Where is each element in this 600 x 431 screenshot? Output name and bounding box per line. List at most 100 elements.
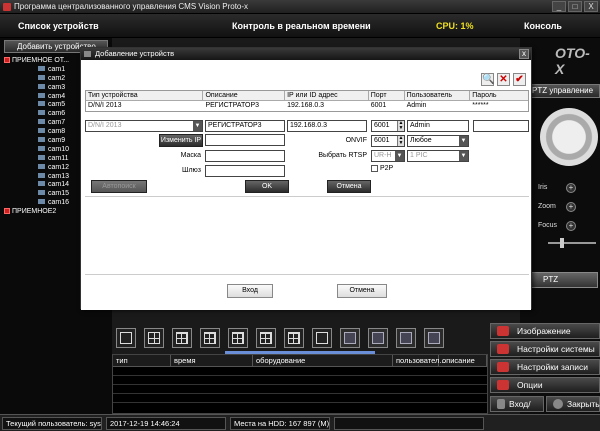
onvif-port-input[interactable]: 6001 ▲ ▼ xyxy=(371,135,405,147)
record-icon xyxy=(497,362,509,372)
main-header: Список устройств Контроль в реальном вре… xyxy=(0,14,600,38)
gateway-input[interactable] xyxy=(205,165,285,177)
camera-icon xyxy=(38,154,45,160)
layout-1-button[interactable] xyxy=(116,328,136,348)
monitor-play-icon[interactable] xyxy=(340,328,360,348)
camera-icon xyxy=(38,83,45,89)
change-ip-input[interactable] xyxy=(205,134,285,146)
ptz-button[interactable]: PTZ xyxy=(522,272,598,288)
layout-25-button[interactable] xyxy=(284,328,304,348)
zoom-plus-button[interactable]: + xyxy=(566,202,576,212)
group-checkbox-icon[interactable] xyxy=(4,208,10,215)
record-start-icon[interactable] xyxy=(396,328,416,348)
divider xyxy=(85,274,529,275)
layout-13-button[interactable] xyxy=(228,328,248,348)
tab-console[interactable]: Консоль xyxy=(524,21,562,31)
chevron-down-icon: ▼ xyxy=(395,151,404,161)
group-checkbox-icon[interactable] xyxy=(4,57,10,63)
table-row[interactable]: D/N/I 2013 РЕГИСТРАТОР3 192.168.0.3 6001… xyxy=(86,101,528,111)
iris-plus-button[interactable]: + xyxy=(566,183,576,193)
ptz-control-header[interactable]: PTZ управление xyxy=(528,84,600,98)
status-empty xyxy=(334,417,484,430)
onvif-label: ONVIF xyxy=(345,137,367,144)
dialog-title: Добавление устройств xyxy=(95,49,175,58)
power-icon xyxy=(553,399,563,409)
slider-handle[interactable] xyxy=(560,238,564,248)
minimize-button[interactable]: _ xyxy=(552,1,566,12)
col-user[interactable]: Пользователь xyxy=(404,91,471,101)
camera-icon xyxy=(38,181,45,187)
event-col-description[interactable]: описание xyxy=(439,355,487,366)
ip-input[interactable]: 192.168.0.3 xyxy=(287,120,367,132)
event-col-equipment[interactable]: оборудование xyxy=(253,355,393,366)
ptz-joystick-icon[interactable] xyxy=(540,108,598,166)
current-datetime: 2017-12-19 14:46:24 xyxy=(106,417,226,430)
ok-button[interactable]: OK xyxy=(245,180,289,193)
port-spinner-icon[interactable]: ▲ ▼ xyxy=(397,121,404,131)
layout-16-button[interactable] xyxy=(256,328,276,348)
rtsp-select[interactable]: UR-H ▼ xyxy=(371,150,405,162)
autosearch-button[interactable]: Автопоиск xyxy=(91,180,147,193)
layout-9-button[interactable] xyxy=(200,328,220,348)
event-col-type[interactable]: тип xyxy=(113,355,171,366)
onvif-spinner-icon[interactable]: ▲ ▼ xyxy=(397,136,404,146)
divider xyxy=(85,196,529,197)
tab-device-list[interactable]: Список устройств xyxy=(18,21,99,31)
form-cancel-button[interactable]: Отмена xyxy=(327,180,371,193)
p2p-checkbox[interactable] xyxy=(371,165,378,172)
device-type-select[interactable]: D/N/I 2013 ▼ xyxy=(85,120,203,132)
search-icon[interactable]: 🔍 xyxy=(481,73,494,86)
delete-icon[interactable]: ✕ xyxy=(497,73,510,86)
menu-options-button[interactable]: Опции xyxy=(490,377,600,393)
hdd-space: Места на HDD: 167 897 (М) xyxy=(230,417,330,430)
col-ip[interactable]: IP или ID адрес xyxy=(285,91,369,101)
camera-icon xyxy=(38,190,45,196)
settings-icon xyxy=(497,344,509,354)
event-col-time[interactable]: время xyxy=(171,355,253,366)
menu-system-settings-button[interactable]: Настройки системы xyxy=(490,341,600,357)
camera-icon xyxy=(38,101,45,107)
mask-label: Маска xyxy=(180,152,201,159)
camera-icon xyxy=(38,199,45,205)
onvif-any-select[interactable]: Любое ▼ xyxy=(407,135,469,147)
col-port[interactable]: Порт xyxy=(368,91,405,101)
password-input[interactable] xyxy=(473,120,529,132)
enter-button[interactable]: Вход xyxy=(227,284,273,298)
rtsp-label: Выбрать RTSP xyxy=(318,152,367,159)
camera-icon xyxy=(38,92,45,98)
chevron-down-icon: ▼ xyxy=(459,136,468,146)
ptz-speed-slider[interactable] xyxy=(548,238,596,248)
col-description[interactable]: Описание xyxy=(203,91,286,101)
lock-button[interactable]: Закрыть xyxy=(546,396,600,412)
fullscreen-icon[interactable] xyxy=(312,328,332,348)
mask-input[interactable] xyxy=(205,150,285,162)
event-col-user[interactable]: пользовател... xyxy=(393,355,446,366)
p2p-label: P2P xyxy=(380,165,394,172)
description-input[interactable]: РЕГИСТРАТОР3 xyxy=(205,120,285,132)
close-window-button[interactable]: X xyxy=(584,1,598,12)
menu-record-settings-button[interactable]: Настройки записи xyxy=(490,359,600,375)
camera-icon xyxy=(38,110,45,116)
camera-icon xyxy=(38,172,45,178)
rtsp-pic-select[interactable]: 1 PIC ▼ xyxy=(407,150,469,162)
confirm-icon[interactable]: ✔ xyxy=(513,73,526,86)
layout-6-button[interactable] xyxy=(172,328,192,348)
camera-icon xyxy=(38,119,45,125)
camera-icon xyxy=(38,145,45,151)
focus-plus-button[interactable]: + xyxy=(566,221,576,231)
change-ip-button[interactable]: Изменить IP xyxy=(159,134,203,147)
tab-realtime[interactable]: Контроль в реальном времени xyxy=(232,21,371,31)
dialog-cancel-button[interactable]: Отмена xyxy=(337,284,387,298)
dialog-close-button[interactable]: x xyxy=(519,49,529,59)
col-password[interactable]: Пароль xyxy=(470,91,528,101)
camera-icon xyxy=(38,137,45,143)
monitor-stop-icon[interactable] xyxy=(368,328,388,348)
menu-image-button[interactable]: Изображение xyxy=(490,323,600,339)
maximize-button[interactable]: □ xyxy=(568,1,582,12)
port-input[interactable]: 6001 ▲ ▼ xyxy=(371,120,405,132)
login-button[interactable]: Вход/Вых xyxy=(490,396,544,423)
record-stop-icon[interactable] xyxy=(424,328,444,348)
layout-4-button[interactable] xyxy=(144,328,164,348)
user-input[interactable]: Admin xyxy=(407,120,469,132)
col-device-type[interactable]: Тип устройства xyxy=(86,91,204,101)
